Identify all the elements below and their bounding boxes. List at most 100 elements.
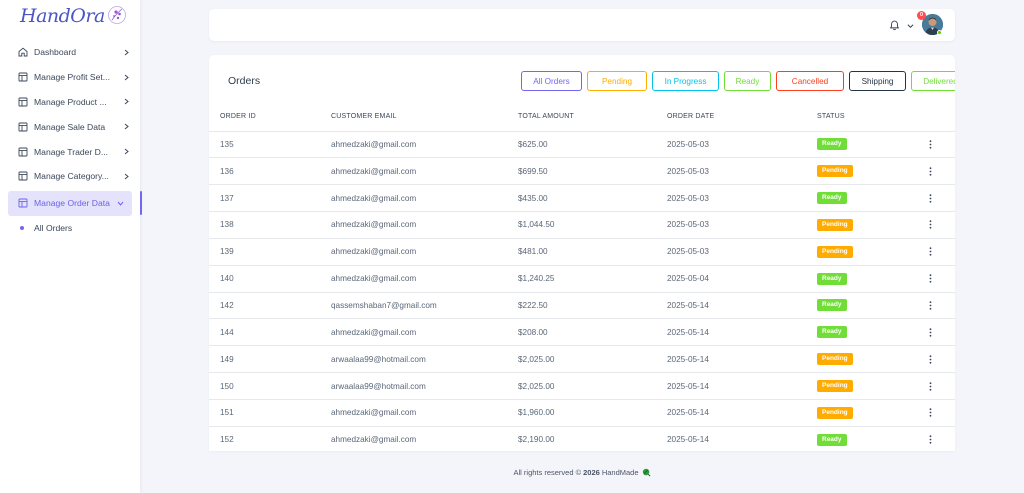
filter-in-progress-button[interactable]: In Progress	[652, 71, 719, 91]
total-amount-cell: $699.50	[518, 157, 667, 186]
status-badge: Ready	[817, 138, 847, 151]
table-row[interactable]: 137 ahmedzaki@gmail.com $435.00 2025-05-03 R…	[209, 184, 955, 213]
brand-logo[interactable]: HandOra	[0, 0, 140, 40]
table-row[interactable]: 136 ahmedzaki@gmail.com $699.50 2025-05-03 P…	[209, 157, 955, 186]
more-vertical-icon[interactable]	[929, 140, 932, 149]
sidebar-item-label: Manage Sale Data	[34, 121, 106, 132]
order-id-cell: 135	[209, 131, 331, 159]
more-vertical-icon[interactable]	[929, 274, 932, 283]
layout-icon	[18, 72, 28, 82]
order-id-cell: 140	[209, 265, 331, 293]
filter-shipping-button[interactable]: Shipping	[849, 71, 906, 91]
table-row[interactable]: 135 ahmedzaki@gmail.com $625.00 2025-05-03 R…	[209, 131, 955, 159]
table-row[interactable]: 139 ahmedzaki@gmail.com $481.00 2025-05-03 P…	[209, 238, 955, 266]
sidebar-subitem-label: All Orders	[34, 222, 73, 233]
customer-email-cell: arwaalaa99@hotmail.com	[331, 345, 518, 374]
col-total-amount: TOTAL AMOUNT	[518, 103, 667, 132]
sidebar-menu: Dashboard Manage Profit Set... Manage Prod…	[0, 40, 142, 216]
actions-cell	[927, 211, 955, 239]
order-id-cell: 136	[209, 157, 331, 186]
orders-card: Orders All Orders Pending In Progress Ready…	[209, 55, 955, 451]
table-row[interactable]: 144 ahmedzaki@gmail.com $208.00 2025-05-14 R…	[209, 318, 955, 347]
top-navbar: 0	[209, 9, 955, 41]
total-amount-cell: $208.00	[518, 318, 667, 347]
customer-email-cell: ahmedzaki@gmail.com	[331, 265, 518, 293]
actions-cell	[927, 131, 955, 159]
more-vertical-icon[interactable]	[929, 220, 932, 230]
status-badge: Ready	[817, 299, 847, 312]
actions-cell	[927, 184, 955, 213]
brand-flower-icon	[107, 6, 126, 24]
actions-cell	[927, 399, 955, 427]
more-vertical-icon[interactable]	[929, 328, 932, 337]
more-vertical-icon[interactable]	[929, 381, 932, 391]
table-row[interactable]: 140 ahmedzaki@gmail.com $1,240.25 2025-05-0…	[209, 265, 955, 293]
status-cell: Ready	[817, 318, 927, 347]
total-amount-cell: $435.00	[518, 184, 667, 213]
sidebar-item-manage-trader-d[interactable]: Manage Trader D...	[0, 139, 140, 164]
actions-cell	[927, 238, 955, 266]
total-amount-cell: $2,190.00	[518, 426, 667, 451]
sidebar-item-dashboard[interactable]: Dashboard	[0, 40, 140, 65]
more-vertical-icon[interactable]	[929, 167, 932, 176]
more-vertical-icon[interactable]	[929, 354, 932, 364]
more-vertical-icon[interactable]	[929, 301, 932, 310]
sidebar-item-manage-sale-data[interactable]: Manage Sale Data	[0, 114, 140, 139]
status-badge: Pending	[817, 353, 853, 366]
sidebar-item-manage-category[interactable]: Manage Category...	[0, 164, 140, 189]
home-icon	[18, 48, 28, 57]
bell-icon[interactable]	[889, 20, 900, 31]
layout-icon	[18, 198, 28, 208]
col-actions	[927, 103, 955, 132]
sidebar-subitem-all-orders[interactable]: All Orders	[0, 216, 140, 240]
layout-icon	[18, 147, 28, 157]
layout-icon	[18, 122, 28, 132]
filter-pending-button[interactable]: Pending	[587, 71, 647, 91]
chevron-right-icon	[124, 123, 129, 130]
filter-all-orders-button[interactable]: All Orders	[521, 71, 582, 91]
table-row[interactable]: 149 arwaalaa99@hotmail.com $2,025.00 2025-0…	[209, 345, 955, 374]
actions-cell	[927, 292, 955, 320]
status-cell: Pending	[817, 157, 927, 186]
sidebar-item-manage-product[interactable]: Manage Product ...	[0, 90, 140, 115]
customer-email-cell: ahmedzaki@gmail.com	[331, 211, 518, 239]
layout-icon	[18, 97, 28, 107]
table-row[interactable]: 151 ahmedzaki@gmail.com $1,960.00 2025-05-1…	[209, 399, 955, 427]
filter-cancelled-button[interactable]: Cancelled	[776, 71, 844, 91]
footer-prefix: All rights reserved ©	[513, 467, 582, 477]
chevron-right-icon	[124, 74, 129, 81]
order-id-cell: 138	[209, 211, 331, 239]
sidebar-item-manage-profit-set[interactable]: Manage Profit Set...	[0, 65, 140, 90]
status-badge: Ready	[817, 192, 847, 205]
table-row[interactable]: 142 qassemshaban7@gmail.com $222.50 2025-05…	[209, 292, 955, 320]
notification-badge: 0	[917, 11, 926, 20]
filter-delivered-button[interactable]: Delivered	[911, 71, 955, 91]
customer-email-cell: ahmedzaki@gmail.com	[331, 131, 518, 159]
more-vertical-icon[interactable]	[929, 247, 932, 256]
status-badge: Pending	[817, 165, 853, 178]
table-row[interactable]: 150 arwaalaa99@hotmail.com $2,025.00 2025-0…	[209, 372, 955, 400]
sidebar: HandOra Dashboard Manage Profit Set... Man…	[0, 0, 142, 493]
table-row[interactable]: 138 ahmedzaki@gmail.com $1,044.50 2025-05-0…	[209, 211, 955, 239]
sidebar-item-manage-order-data[interactable]: Manage Order Data	[8, 190, 142, 216]
col-status: STATUS	[817, 103, 927, 132]
filter-ready-button[interactable]: Ready	[724, 71, 771, 91]
sidebar-item-label: Manage Order Data	[34, 198, 110, 209]
orders-table-body: 135 ahmedzaki@gmail.com $625.00 2025-05-03 R…	[209, 131, 955, 451]
status-cell: Ready	[817, 184, 927, 213]
status-badge: Ready	[817, 433, 847, 446]
more-vertical-icon[interactable]	[929, 408, 932, 418]
customer-email-cell: ahmedzaki@gmail.com	[331, 399, 518, 427]
order-id-cell: 150	[209, 372, 331, 400]
order-id-cell: 149	[209, 345, 331, 374]
status-cell: Ready	[817, 292, 927, 320]
chevron-down-icon[interactable]	[907, 23, 914, 29]
status-cell: Ready	[817, 426, 927, 451]
sidebar-item-label: Manage Trader D...	[34, 146, 109, 157]
actions-cell	[927, 426, 955, 451]
more-vertical-icon[interactable]	[929, 435, 932, 444]
table-row[interactable]: 152 ahmedzaki@gmail.com $2,190.00 2025-05-1…	[209, 426, 955, 451]
customer-email-cell: ahmedzaki@gmail.com	[331, 238, 518, 266]
more-vertical-icon[interactable]	[929, 193, 932, 203]
status-cell: Pending	[817, 238, 927, 266]
